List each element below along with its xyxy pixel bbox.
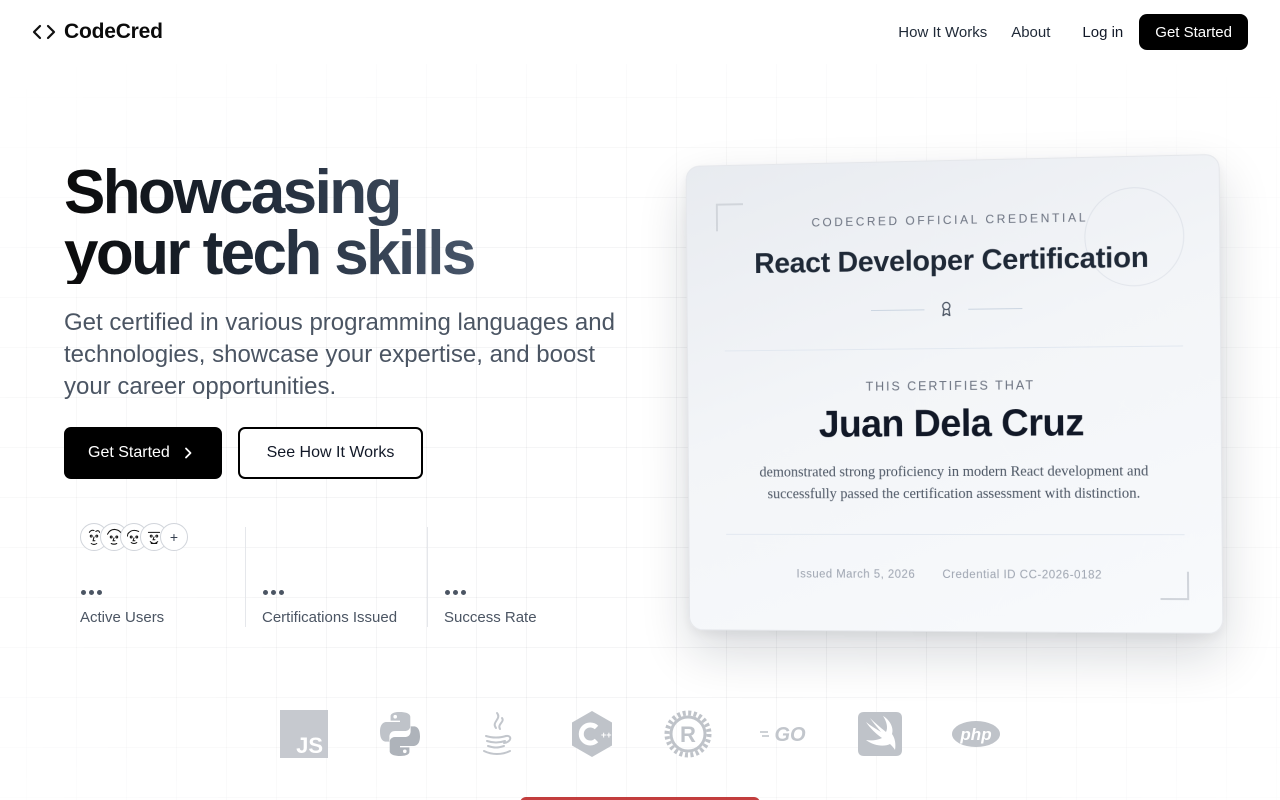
hero-title-line-1: Showcasing (64, 158, 400, 227)
top-navbar: CodeCred How It Works About Log in Get S… (0, 0, 1280, 64)
brand-logo[interactable]: CodeCred (32, 18, 163, 46)
corner-bracket (1160, 571, 1190, 601)
hero-title-line-2: your tech skills (64, 219, 474, 288)
certificate-ornament (871, 300, 1023, 318)
nav-links: How It Works About Log in Get Started (898, 14, 1248, 50)
swift-logo (856, 706, 904, 762)
javascript-logo: JS (280, 706, 328, 762)
svg-text:JS: JS (296, 733, 323, 758)
stat-label-success-rate: Success Rate (444, 609, 537, 626)
certifies-label: THIS CERTIFIES THAT (865, 378, 1036, 394)
stat-value-loading (263, 590, 284, 595)
code-brackets-icon (32, 24, 56, 40)
stat-value-loading (81, 590, 102, 595)
issued-date: Issued March 5, 2026 (796, 568, 916, 581)
login-link[interactable]: Log in (1082, 24, 1123, 41)
tech-logos-row: JS ++ R GO php (0, 702, 1280, 766)
go-logo: GO (760, 706, 808, 762)
stat-divider (245, 527, 246, 627)
python-logo (376, 706, 424, 762)
svg-text:php: php (959, 725, 991, 744)
svg-text:GO: GO (774, 724, 806, 746)
stat-divider (427, 527, 428, 627)
php-logo: php (952, 706, 1000, 762)
credential-id: Credential ID CC-2026-0182 (942, 568, 1103, 582)
award-icon (942, 301, 951, 317)
get-started-button[interactable]: Get Started (64, 427, 222, 479)
nav-link-how-it-works[interactable]: How It Works (898, 24, 987, 41)
nav-link-about[interactable]: About (1011, 24, 1050, 41)
certificate-card: CODECRED OFFICIAL CREDENTIAL React Devel… (685, 153, 1224, 634)
hero-title: Showcasing your tech skills (64, 162, 474, 284)
certificate-description: demonstrated strong proficiency in moder… (759, 463, 1149, 503)
nav-get-started-button[interactable]: Get Started (1139, 14, 1248, 50)
stat-label-certifications-issued: Certifications Issued (262, 609, 398, 626)
avatar-more[interactable]: + (160, 523, 188, 551)
brand-name: CodeCred (64, 20, 163, 43)
rust-logo: R (664, 706, 712, 762)
stat-value-loading (445, 590, 466, 595)
certificate-divider (726, 533, 1185, 536)
cpp-logo: ++ (568, 706, 616, 762)
svg-text:R: R (680, 722, 696, 747)
java-logo (472, 706, 520, 762)
stat-label-active-users: Active Users (80, 609, 165, 626)
hero-subtitle: Get certified in various programming lan… (64, 309, 615, 400)
get-started-label: Get Started (88, 444, 170, 461)
see-how-it-works-button[interactable]: See How It Works (238, 427, 423, 479)
svg-text:++: ++ (601, 730, 612, 740)
avatar-group: + (80, 523, 200, 551)
certificate-divider (724, 345, 1184, 352)
chevron-right-icon (184, 447, 192, 459)
recipient-name: Juan Dela Cruz (818, 402, 1085, 446)
